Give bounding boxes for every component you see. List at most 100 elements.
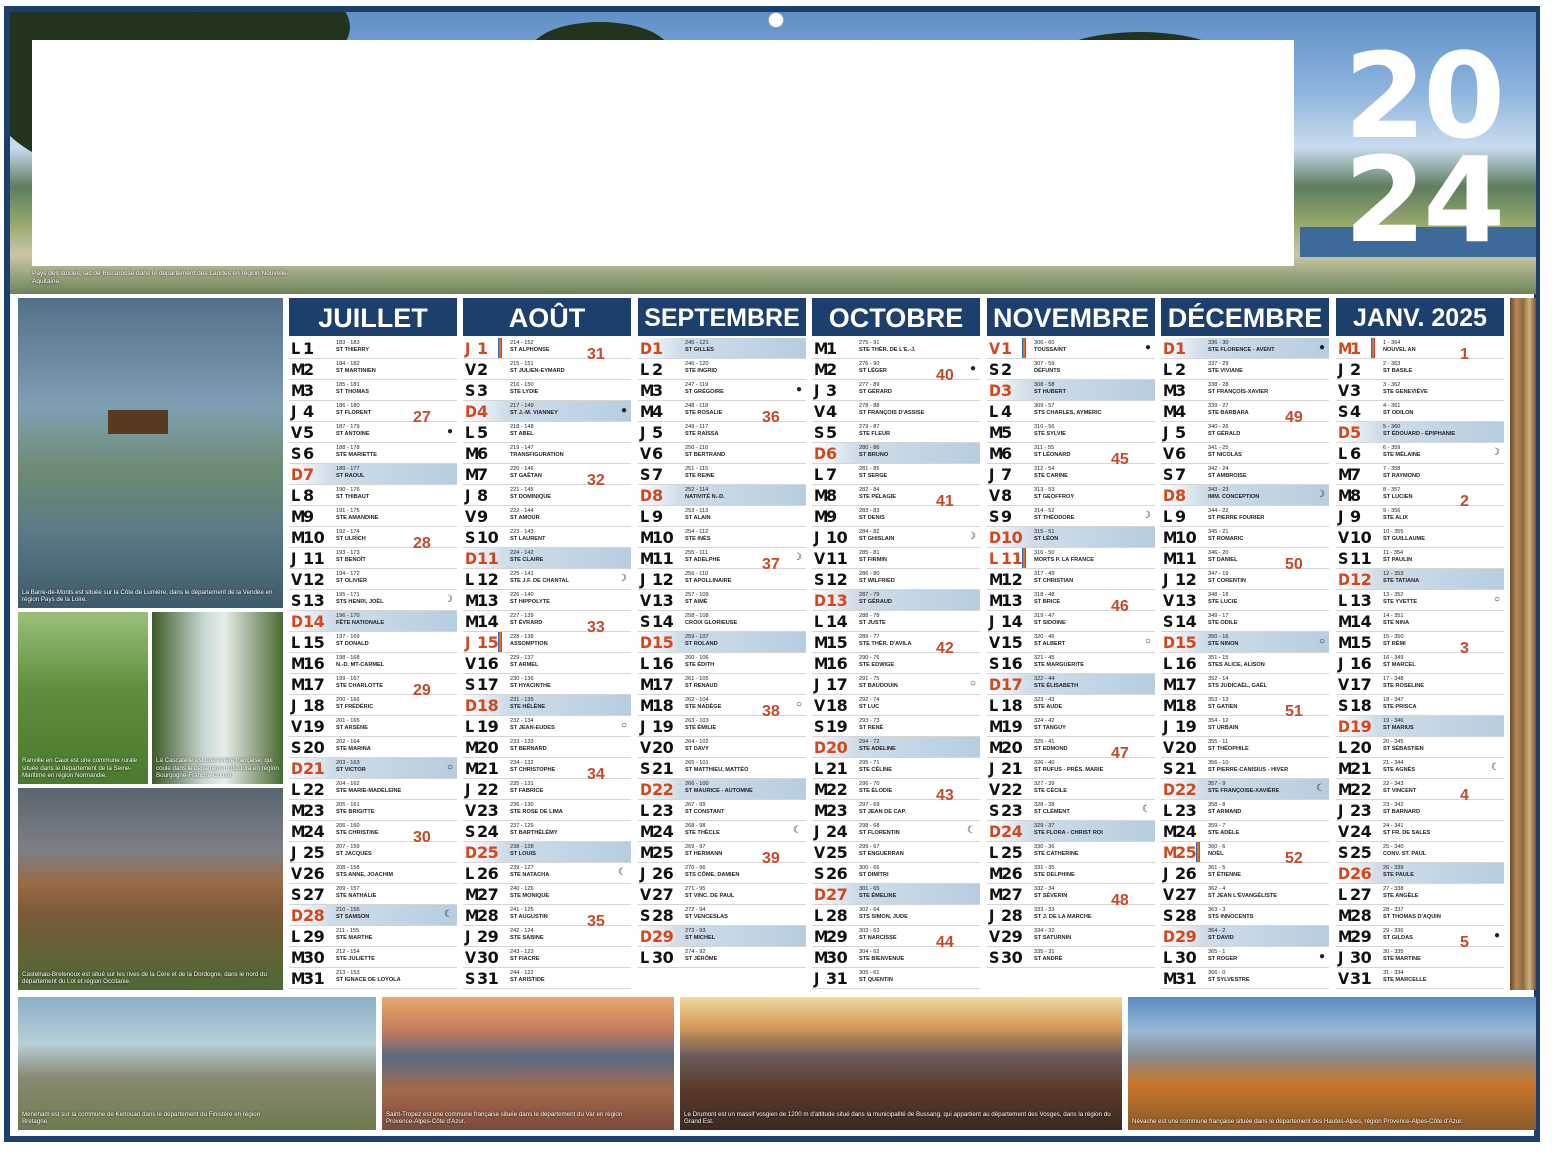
weekday-letter: S bbox=[814, 570, 825, 589]
month-header: SEPTEMBRE bbox=[638, 298, 806, 336]
day-number: 16 bbox=[1350, 654, 1372, 673]
saint-name: ST GÉRAUD bbox=[859, 598, 892, 605]
day-info: 363 - 3 STS INNOCENTS bbox=[1208, 907, 1323, 920]
day-info: 330 - 36 STE CATHERINE bbox=[1034, 844, 1149, 857]
day-of-year: 358 - 8 bbox=[1208, 802, 1226, 808]
day-row: M 3 338 - 28 ST FRANÇOIS-XAVIER bbox=[1161, 380, 1329, 401]
day-info: 293 - 73 ST RENÉ bbox=[859, 718, 974, 731]
day-info: 185 - 181 ST THOMAS bbox=[336, 382, 451, 395]
day-row: S 14 349 - 17 STE ODILE bbox=[1161, 611, 1329, 632]
saint-name: STE VIVIANE bbox=[1208, 367, 1243, 374]
day-of-year: 246 - 120 bbox=[685, 361, 709, 367]
day-info: 220 - 146 ST GAËTAN bbox=[510, 466, 625, 479]
day-of-year: 330 - 36 bbox=[1034, 844, 1055, 850]
saint-name: STE ADELINE bbox=[859, 745, 896, 752]
weekday-letter: D bbox=[1163, 339, 1175, 358]
day-row: M 17 352 - 14 STS JUDICAËL, GAËL bbox=[1161, 674, 1329, 695]
holiday-stripe bbox=[1196, 842, 1200, 862]
day-row: V 27 362 - 4 ST JEAN L'ÉVANGÉLISTE bbox=[1161, 884, 1329, 905]
day-row: S 28 272 - 94 ST VENCESLAS bbox=[638, 905, 806, 926]
day-info: 303 - 63 ST NARCISSE bbox=[859, 928, 974, 941]
day-number: 23 bbox=[477, 801, 499, 820]
weekday-letter: J bbox=[465, 927, 471, 946]
saint-name: ST GRÉGOIRE bbox=[685, 388, 724, 395]
day-row: M 5 310 - 56 STE SYLVIE bbox=[987, 422, 1155, 443]
weekday-letter: D bbox=[640, 633, 652, 652]
weekday-letter: L bbox=[640, 948, 650, 967]
saint-name: ST AUGUSTIN bbox=[510, 913, 548, 920]
day-of-year: 30 - 335 bbox=[1383, 949, 1404, 955]
saint-name: ST RENAUD bbox=[685, 682, 718, 689]
day-row: L 14 288 - 78 ST JUSTE bbox=[812, 611, 980, 632]
moon-phase-icon: ○ bbox=[969, 678, 976, 689]
weekday-letter: D bbox=[989, 381, 1001, 400]
day-of-year: 320 - 46 bbox=[1034, 634, 1055, 640]
month-header: OCTOBRE bbox=[812, 298, 980, 336]
day-number: 28 bbox=[477, 906, 499, 925]
day-number: 23 bbox=[652, 801, 674, 820]
day-info: 289 - 77 STE THÉR. D'AVILA bbox=[859, 634, 974, 647]
day-number: 14 bbox=[477, 612, 499, 631]
day-info: 195 - 171 STS HENRI, JOËL bbox=[336, 592, 451, 605]
day-of-year: 192 - 174 bbox=[336, 529, 360, 535]
day-of-year: 257 - 109 bbox=[685, 592, 709, 598]
month-header: NOVEMBRE bbox=[987, 298, 1155, 336]
saint-name: ST ÉTIENNE bbox=[1208, 871, 1241, 878]
weekday-letter: D bbox=[1163, 927, 1175, 946]
weekday-letter: V bbox=[1338, 822, 1350, 841]
day-of-year: 226 - 140 bbox=[510, 592, 534, 598]
photo-caption: Ranville en Caux est une commune rurale … bbox=[22, 757, 138, 780]
weekday-letter: J bbox=[1163, 570, 1169, 589]
saint-name: ST RENÉ bbox=[859, 724, 884, 731]
day-number: 15 bbox=[1001, 633, 1023, 652]
moon-phase-icon: ☾ bbox=[793, 825, 802, 836]
saint-name: ST MARCEL bbox=[1383, 661, 1416, 668]
day-info: 21 - 344 STE AGNÈS bbox=[1383, 760, 1498, 773]
day-row: M 21 21 - 344 STE AGNÈS ☾ bbox=[1336, 758, 1504, 779]
day-number: 2 bbox=[1001, 360, 1012, 379]
saint-name: STS INNOCENTS bbox=[1208, 913, 1254, 920]
day-info: 350 - 16 STE NINON bbox=[1208, 634, 1323, 647]
saint-name: ST HYACINTHE bbox=[510, 682, 551, 689]
day-info: 247 - 119 ST GRÉGOIRE bbox=[685, 382, 800, 395]
day-number: 24 bbox=[1001, 822, 1023, 841]
week-number: 40 bbox=[936, 367, 954, 384]
day-number: 25 bbox=[1350, 843, 1372, 862]
day-info: 297 - 69 ST JEAN DE CAP. bbox=[859, 802, 974, 815]
holiday-stripe bbox=[1022, 548, 1026, 568]
day-number: 24 bbox=[477, 822, 499, 841]
weekday-letter: S bbox=[1163, 906, 1174, 925]
saint-name: ST FLORENTIN bbox=[859, 829, 900, 836]
day-row: M 31 213 - 153 ST IGNACE DE LOYOLA bbox=[289, 968, 457, 989]
day-row: D 15 259 - 107 ST ROLAND bbox=[638, 632, 806, 653]
saint-name: ST AMOUR bbox=[510, 514, 540, 521]
weekday-letter: S bbox=[1338, 402, 1349, 421]
day-info: 238 - 128 ST LOUIS bbox=[510, 844, 625, 857]
saint-name: STE MARTINE bbox=[1383, 955, 1421, 962]
day-number: 12 bbox=[303, 570, 325, 589]
saint-name: ST JACQUES bbox=[336, 850, 372, 857]
weekday-letter: S bbox=[989, 360, 1000, 379]
day-info: 236 - 130 STE ROSE DE LIMA bbox=[510, 802, 625, 815]
weekday-letter: D bbox=[465, 843, 477, 862]
weekday-letter: J bbox=[989, 612, 995, 631]
day-row: D 15 350 - 16 STE NINON ○ bbox=[1161, 632, 1329, 653]
weekday-letter: J bbox=[814, 381, 820, 400]
day-row: L 1 183 - 183 ST THIERRY bbox=[289, 338, 457, 359]
day-number: 3 bbox=[477, 381, 488, 400]
saint-name: STS CÔME, DAMIEN bbox=[685, 871, 740, 878]
day-row: D 8 343 - 23 IMM. CONCEPTION ☽ bbox=[1161, 485, 1329, 506]
day-row: J 4 186 - 180 ST FLORENT bbox=[289, 401, 457, 422]
day-of-year: 230 - 136 bbox=[510, 676, 534, 682]
weekday-letter: D bbox=[465, 549, 477, 568]
weekday-letter: L bbox=[640, 801, 650, 820]
day-info: 244 - 122 ST ARISTIDE bbox=[510, 970, 625, 983]
day-row: J 3 277 - 89 ST GÉRARD bbox=[812, 380, 980, 401]
day-info: 275 - 91 STE THÉR. DE L'E.-J. bbox=[859, 340, 974, 353]
day-of-year: 29 - 336 bbox=[1383, 928, 1404, 934]
day-row: M 23 205 - 161 STE BRIGITTE bbox=[289, 800, 457, 821]
day-of-year: 333 - 33 bbox=[1034, 907, 1055, 913]
day-info: 334 - 32 ST SATURNIN bbox=[1034, 928, 1149, 941]
day-number: 31 bbox=[1350, 969, 1372, 988]
weekday-letter: V bbox=[1163, 591, 1175, 610]
